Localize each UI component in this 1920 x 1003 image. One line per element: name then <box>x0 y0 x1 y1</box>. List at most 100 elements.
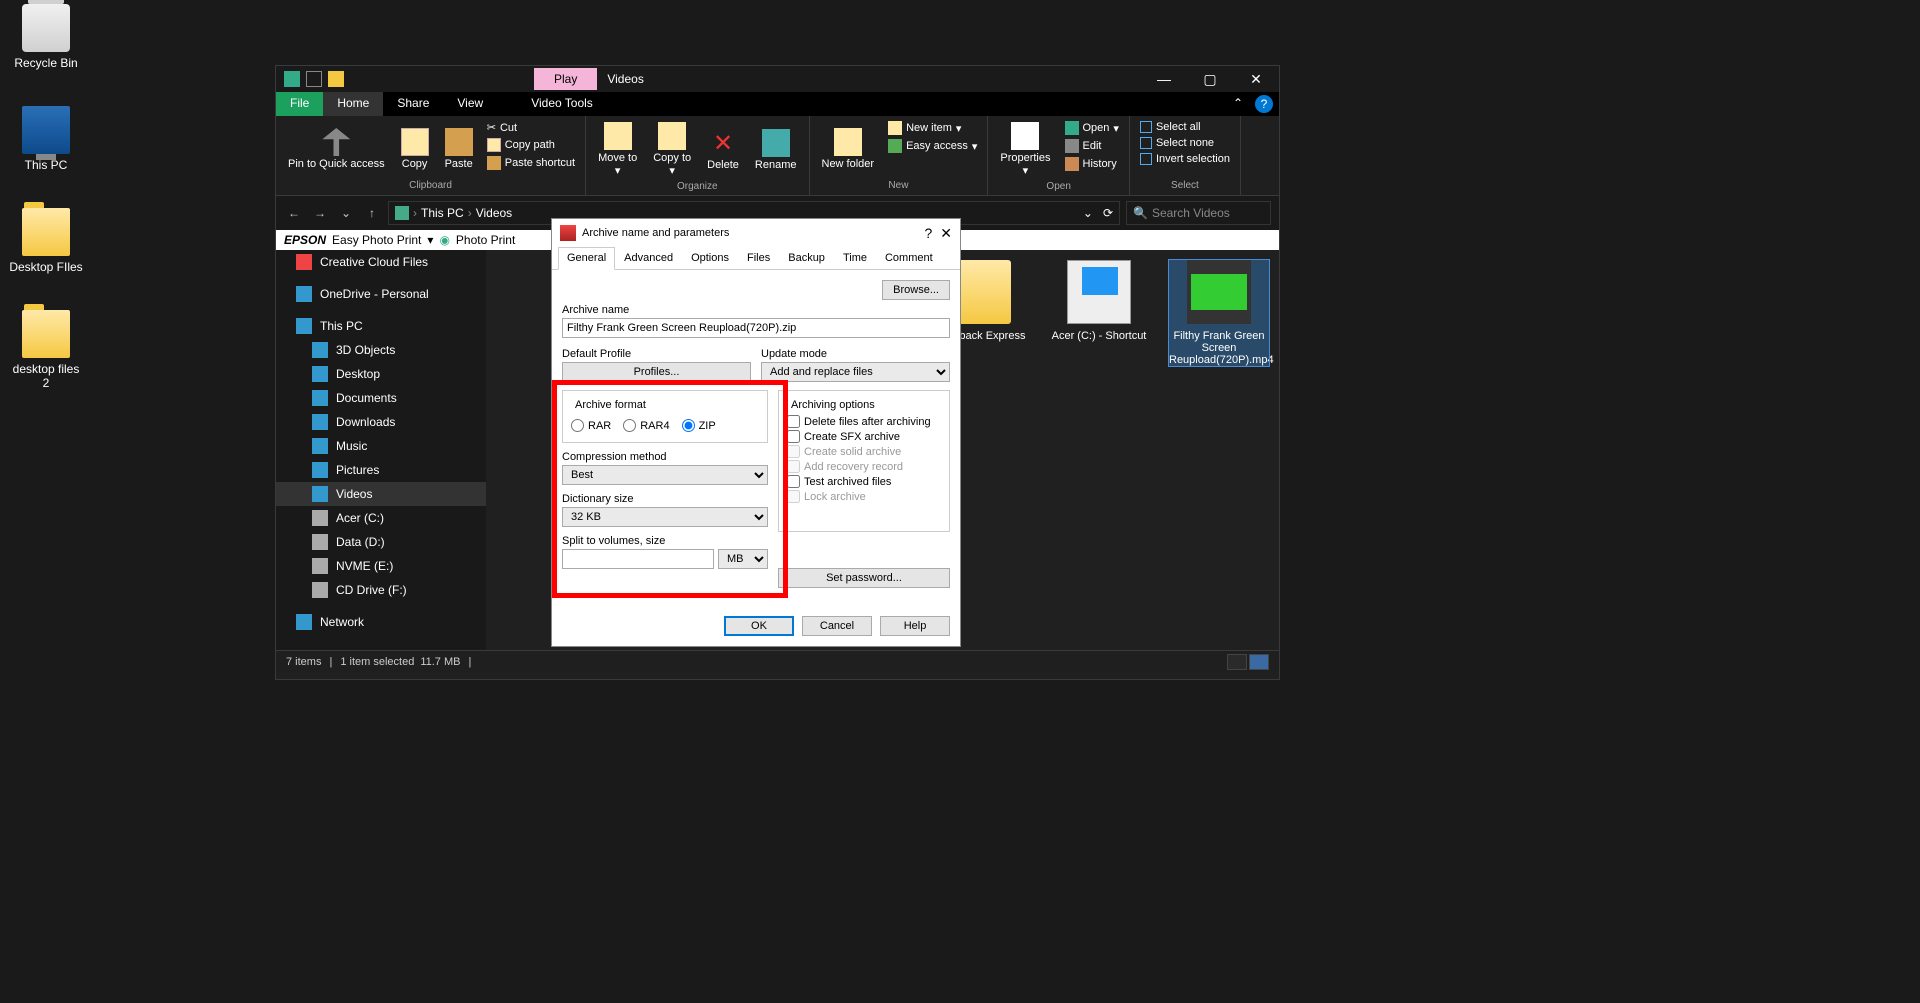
tree-nvme[interactable]: NVME (E:) <box>276 554 486 578</box>
titlebar[interactable]: Play Videos — ▢ ✕ <box>276 66 1279 92</box>
compression-select[interactable]: Best <box>562 465 768 485</box>
paste-shortcut-button[interactable]: Paste shortcut <box>483 155 579 171</box>
tree-music[interactable]: Music <box>276 434 486 458</box>
radio-rar[interactable]: RAR <box>571 419 611 432</box>
pictures-icon <box>312 462 328 478</box>
copy-to-button[interactable]: Copy to ▾ <box>647 120 697 179</box>
invert-selection-button[interactable]: Invert selection <box>1136 152 1234 166</box>
desktop-folder-1[interactable]: Desktop FIles <box>8 208 84 274</box>
split-size-input[interactable] <box>562 549 714 569</box>
tree-videos[interactable]: Videos <box>276 482 486 506</box>
details-view-button[interactable] <box>1227 654 1247 670</box>
up-button[interactable]: ↑ <box>362 203 382 223</box>
breadcrumb-thispc[interactable]: This PC <box>421 206 464 220</box>
ok-button[interactable]: OK <box>724 616 794 636</box>
split-unit-select[interactable]: MB <box>718 549 768 569</box>
tab-share[interactable]: Share <box>383 92 443 116</box>
tab-view[interactable]: View <box>443 92 497 116</box>
dictionary-select[interactable]: 32 KB <box>562 507 768 527</box>
minimize-button[interactable]: — <box>1141 66 1187 92</box>
qat-icon[interactable] <box>306 71 322 87</box>
open-button[interactable]: Open ▾ <box>1061 120 1123 136</box>
rename-button[interactable]: Rename <box>749 120 803 179</box>
easy-access-button[interactable]: Easy access ▾ <box>884 138 981 154</box>
help-icon[interactable]: ? <box>1255 95 1273 113</box>
radio-rar4[interactable]: RAR4 <box>623 419 669 432</box>
file-acer-shortcut[interactable]: Acer (C:) - Shortcut <box>1049 260 1149 342</box>
close-button[interactable]: ✕ <box>940 225 952 242</box>
tab-files[interactable]: Files <box>738 247 779 269</box>
archive-name-input[interactable] <box>562 318 950 338</box>
paste-button[interactable]: Paste <box>439 120 479 178</box>
tree-downloads[interactable]: Downloads <box>276 410 486 434</box>
help-button[interactable]: Help <box>880 616 950 636</box>
qat-icon[interactable] <box>284 71 300 87</box>
tree-ccf[interactable]: Creative Cloud Files <box>276 250 486 274</box>
check-sfx[interactable]: Create SFX archive <box>787 430 941 443</box>
tree-data[interactable]: Data (D:) <box>276 530 486 554</box>
history-button[interactable]: History <box>1061 156 1123 172</box>
dropdown-icon[interactable]: ⌄ <box>1083 206 1093 220</box>
qat-icon[interactable] <box>350 71 366 87</box>
update-mode-select[interactable]: Add and replace files <box>761 362 950 382</box>
copy-button[interactable]: Copy <box>395 120 435 178</box>
tab-home[interactable]: Home <box>323 92 383 116</box>
edit-button[interactable]: Edit <box>1061 138 1123 154</box>
set-password-button[interactable]: Set password... <box>778 568 950 588</box>
tab-video-tools[interactable]: Video Tools <box>517 92 607 116</box>
tree-cd[interactable]: CD Drive (F:) <box>276 578 486 602</box>
collapse-ribbon-icon[interactable]: ⌃ <box>1227 92 1249 116</box>
cancel-button[interactable]: Cancel <box>802 616 872 636</box>
epson-easy-print[interactable]: Easy Photo Print <box>332 233 421 247</box>
tree-documents[interactable]: Documents <box>276 386 486 410</box>
tab-options[interactable]: Options <box>682 247 738 269</box>
check-delete[interactable]: Delete files after archiving <box>787 415 941 428</box>
tab-comment[interactable]: Comment <box>876 247 942 269</box>
tree-acer[interactable]: Acer (C:) <box>276 506 486 530</box>
desktop-this-pc[interactable]: This PC <box>8 106 84 172</box>
tree-onedrive[interactable]: OneDrive - Personal <box>276 282 486 306</box>
tab-file[interactable]: File <box>276 92 323 116</box>
delete-button[interactable]: ✕Delete <box>701 120 745 179</box>
pin-button[interactable]: Pin to Quick access <box>282 120 391 178</box>
tree-3dobjects[interactable]: 3D Objects <box>276 338 486 362</box>
nav-tree[interactable]: Creative Cloud Files OneDrive - Personal… <box>276 250 486 650</box>
browse-button[interactable]: Browse... <box>882 280 950 300</box>
context-tab-play[interactable]: Play <box>534 68 597 90</box>
breadcrumb-videos[interactable]: Videos <box>476 206 512 220</box>
search-input[interactable]: 🔍 Search Videos <box>1126 201 1271 225</box>
profiles-button[interactable]: Profiles... <box>562 362 751 382</box>
dialog-titlebar[interactable]: Archive name and parameters ? ✕ <box>552 219 960 247</box>
tab-general[interactable]: General <box>558 247 615 270</box>
check-test[interactable]: Test archived files <box>787 475 941 488</box>
new-folder-button[interactable]: New folder <box>816 120 881 178</box>
forward-button[interactable]: → <box>310 203 330 223</box>
copy-path-button[interactable]: Copy path <box>483 137 579 153</box>
desktop-folder-2[interactable]: desktop files 2 <box>8 310 84 390</box>
cut-button[interactable]: ✂Cut <box>483 120 579 135</box>
new-item-button[interactable]: New item ▾ <box>884 120 981 136</box>
refresh-icon[interactable]: ⟳ <box>1103 206 1113 220</box>
file-filthy-frank[interactable]: Filthy Frank Green Screen Reupload(720P)… <box>1169 260 1269 366</box>
back-button[interactable]: ← <box>284 203 304 223</box>
tab-advanced[interactable]: Advanced <box>615 247 682 269</box>
maximize-button[interactable]: ▢ <box>1187 66 1233 92</box>
help-button[interactable]: ? <box>924 225 932 242</box>
radio-zip[interactable]: ZIP <box>682 419 716 432</box>
qat-icon[interactable] <box>328 71 344 87</box>
icons-view-button[interactable] <box>1249 654 1269 670</box>
select-all-button[interactable]: Select all <box>1136 120 1234 134</box>
properties-button[interactable]: Properties ▾ <box>994 120 1056 179</box>
tab-time[interactable]: Time <box>834 247 876 269</box>
tree-network[interactable]: Network <box>276 610 486 634</box>
tree-desktop[interactable]: Desktop <box>276 362 486 386</box>
tree-thispc[interactable]: This PC <box>276 314 486 338</box>
tab-backup[interactable]: Backup <box>779 247 834 269</box>
close-button[interactable]: ✕ <box>1233 66 1279 92</box>
select-none-button[interactable]: Select none <box>1136 136 1234 150</box>
desktop-recycle-bin[interactable]: Recycle Bin <box>8 4 84 70</box>
recent-button[interactable]: ⌄ <box>336 203 356 223</box>
epson-photo-print[interactable]: Photo Print <box>456 233 515 247</box>
tree-pictures[interactable]: Pictures <box>276 458 486 482</box>
move-to-button[interactable]: Move to ▾ <box>592 120 643 179</box>
